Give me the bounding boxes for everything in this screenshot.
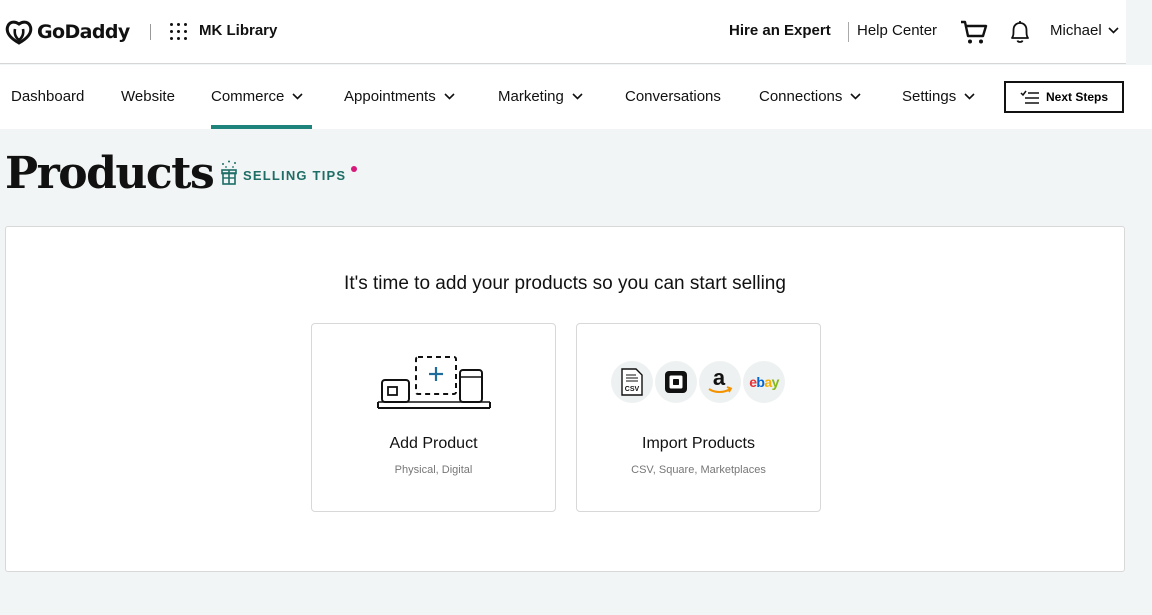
chevron-down-icon [1108,27,1119,34]
gift-sparkle-icon [221,160,237,185]
brand-name: GoDaddy [37,21,130,43]
nav-item-conversations[interactable]: Conversations [625,88,721,105]
chevron-down-icon [964,93,975,100]
square-icon [655,361,697,403]
amazon-icon: a [699,361,741,403]
active-tab-indicator [211,125,312,129]
nav-item-commerce[interactable]: Commerce [211,88,303,105]
tile-title: Import Products [642,435,755,452]
checklist-icon [1020,90,1039,104]
nav-item-label: Settings [902,88,957,105]
import-sources: CSV a ebay [611,361,787,403]
header-divider [150,24,151,40]
selling-tips-link[interactable]: SELLING TIPS [220,160,358,186]
nav-item-label: Commerce [211,88,285,105]
add-product-illustration [377,356,491,409]
nav-item-label: Conversations [625,88,721,105]
import-products-card[interactable]: CSV a ebay Import Products CSV, Square, … [576,323,821,512]
header-separator [848,22,849,42]
nav-item-dashboard[interactable]: Dashboard [11,88,84,105]
user-name: Michael [1050,22,1102,39]
user-menu[interactable]: Michael [1050,22,1119,39]
nav-item-website[interactable]: Website [121,88,175,105]
empty-state-headline: It's time to add your products so you ca… [344,273,786,294]
next-steps-button[interactable]: Next Steps [1004,81,1124,113]
chevron-down-icon [292,93,303,100]
nav-item-label: Marketing [498,88,564,105]
next-steps-label: Next Steps [1045,90,1109,104]
ebay-icon: ebay [743,361,785,403]
tile-subtitle: CSV, Square, Marketplaces [631,464,766,476]
nav-item-label: Dashboard [11,88,85,105]
nav-item-connections[interactable]: Connections [759,88,861,105]
selling-tips-label: SELLING TIPS [243,167,347,183]
site-name[interactable]: MK Library [199,22,277,39]
hire-expert-link[interactable]: Hire an Expert [729,22,831,39]
tile-subtitle: Physical, Digital [394,464,473,476]
godaddy-logo[interactable]: GoDaddy [4,18,130,46]
nav-item-label: Website [121,88,175,105]
godaddy-logo-icon [5,20,33,45]
apps-grid-icon[interactable] [170,23,188,41]
nav-item-settings[interactable]: Settings [902,88,975,105]
chevron-down-icon [572,93,583,100]
top-header: GoDaddy MK Library Hire an Expert Help C… [0,0,1126,64]
products-empty-panel: It's time to add your products so you ca… [5,226,1125,572]
help-center-link[interactable]: Help Center [857,22,937,39]
nav-item-appointments[interactable]: Appointments [344,88,455,105]
nav-item-label: Connections [759,88,843,105]
svg-text:a: a [713,367,726,390]
nav-item-marketing[interactable]: Marketing [498,88,583,105]
add-product-card[interactable]: Add Product Physical, Digital [311,323,556,512]
page-title: Products [5,148,215,199]
main-nav: Dashboard Website Commerce Appointments … [0,65,1152,129]
cart-icon[interactable] [960,18,988,46]
chevron-down-icon [444,93,455,100]
notifications-bell-icon[interactable] [1008,19,1032,45]
svg-text:CSV: CSV [625,386,640,393]
csv-icon: CSV [611,361,653,403]
tile-title: Add Product [389,435,478,452]
notification-dot [351,166,358,172]
chevron-down-icon [850,93,861,100]
nav-item-label: Appointments [344,88,436,105]
